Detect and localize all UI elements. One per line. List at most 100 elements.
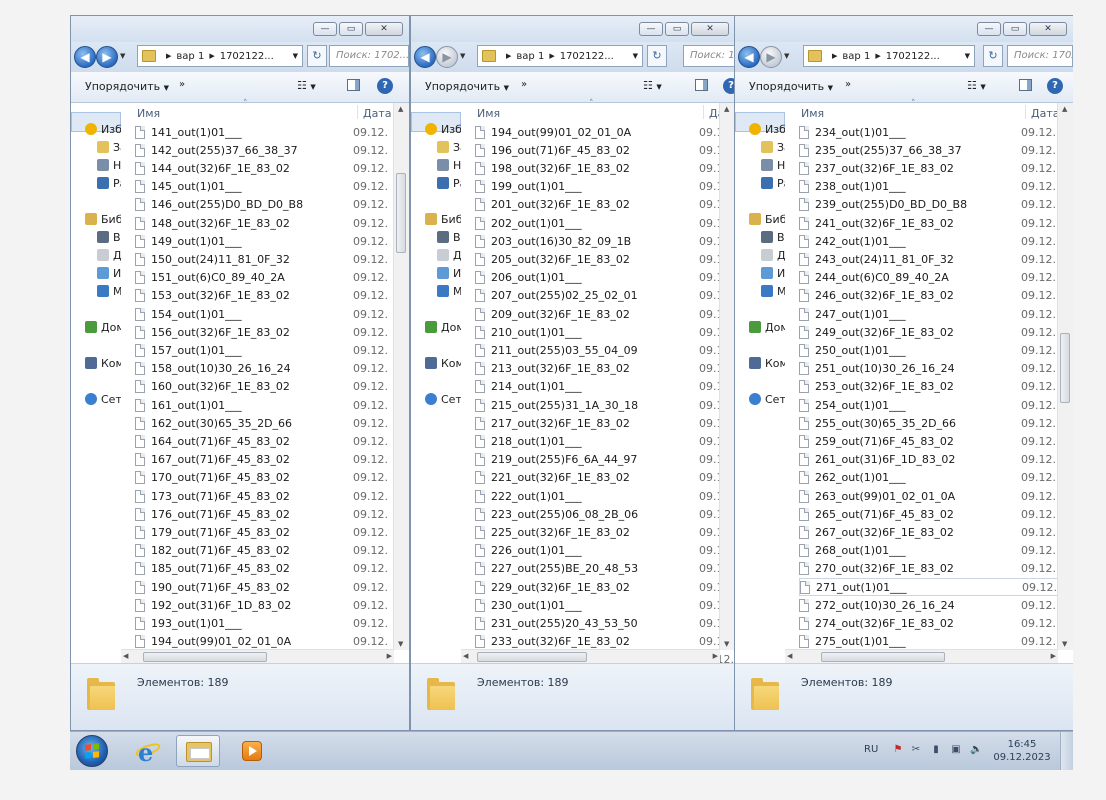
maximize-button[interactable]: ▭ bbox=[665, 22, 689, 36]
file-row[interactable]: 192_out(31)6F_1D_83_02 09.12. bbox=[135, 596, 409, 614]
file-row[interactable]: 222_out(1)01___ 09.12. bbox=[475, 487, 735, 505]
file-row[interactable]: 253_out(32)6F_1E_83_02 09.12. bbox=[799, 378, 1073, 396]
preview-pane-icon[interactable] bbox=[695, 79, 708, 91]
file-row[interactable]: 251_out(10)30_26_16_24 09.12. bbox=[799, 360, 1073, 378]
clock[interactable]: 16:45 09.12.2023 bbox=[992, 738, 1052, 764]
breadcrumb-segment[interactable]: вар 1 bbox=[842, 51, 870, 62]
recent-pages-dropdown[interactable]: ▼ bbox=[784, 52, 789, 60]
show-desktop-button[interactable] bbox=[1060, 732, 1073, 770]
back-button[interactable]: ◀ bbox=[414, 46, 436, 68]
scroll-thumb[interactable] bbox=[1060, 333, 1070, 403]
file-row[interactable]: 149_out(1)01___ 09.12. bbox=[135, 232, 409, 250]
file-row[interactable]: 261_out(31)6F_1D_83_02 09.12. bbox=[799, 451, 1073, 469]
file-row[interactable]: 209_out(32)6F_1E_83_02 09.12. bbox=[475, 305, 735, 323]
file-row[interactable]: 250_out(1)01___ 09.12. bbox=[799, 341, 1073, 359]
nav-item-6[interactable]: Документы bbox=[437, 247, 461, 263]
change-view-icon[interactable]: ☷ ▼ bbox=[297, 79, 323, 93]
nav-item-8[interactable]: Музыка bbox=[761, 283, 785, 299]
scroll-left-icon[interactable]: ◀ bbox=[787, 652, 792, 660]
nav-item-2[interactable]: Недавние места bbox=[761, 157, 785, 173]
recent-pages-dropdown[interactable]: ▼ bbox=[460, 52, 465, 60]
file-row[interactable]: 198_out(32)6F_1E_83_02 09.12. bbox=[475, 159, 735, 177]
search-input[interactable]: Поиск: 1702... bbox=[1007, 45, 1073, 67]
file-row[interactable]: 238_out(1)01___ 09.12. bbox=[799, 178, 1073, 196]
file-row[interactable]: 199_out(1)01___ 09.12. bbox=[475, 178, 735, 196]
safely-remove-hardware-icon[interactable]: ✂ bbox=[910, 744, 922, 756]
file-row[interactable]: 263_out(99)01_02_01_0A 09.12. bbox=[799, 487, 1073, 505]
file-row[interactable]: 201_out(32)6F_1E_83_02 09.12. bbox=[475, 196, 735, 214]
breadcrumb-segment[interactable]: 1702122... bbox=[220, 51, 274, 62]
address-bar[interactable]: ▶ вар 1 ▶ 1702122... ▼ bbox=[477, 45, 643, 67]
file-row[interactable]: 156_out(32)6F_1E_83_02 09.12. bbox=[135, 323, 409, 341]
file-row[interactable]: 234_out(1)01___ 09.12. bbox=[799, 123, 1073, 141]
file-row[interactable]: 255_out(30)65_35_2D_66 09.12. bbox=[799, 414, 1073, 432]
nav-item-3[interactable]: Рабочий стол bbox=[761, 175, 785, 191]
file-row[interactable]: 151_out(6)C0_89_40_2A 09.12. bbox=[135, 269, 409, 287]
column-header-name[interactable]: Имя bbox=[137, 107, 160, 120]
file-row[interactable]: 150_out(24)11_81_0F_32 09.12. bbox=[135, 250, 409, 268]
nav-item-9[interactable]: Домашняя группа bbox=[85, 319, 121, 335]
title-bar[interactable]: — ▭ ✕ bbox=[411, 16, 735, 42]
nav-item-2[interactable]: Недавние места bbox=[97, 157, 121, 173]
file-row[interactable]: 173_out(71)6F_45_83_02 09.12. bbox=[135, 487, 409, 505]
nav-item-1[interactable]: Загрузки bbox=[97, 139, 121, 155]
vertical-scrollbar[interactable]: ▲ ▼ bbox=[719, 103, 735, 650]
close-button[interactable]: ✕ bbox=[365, 22, 403, 36]
file-row[interactable]: 272_out(10)30_26_16_24 09.12. bbox=[799, 596, 1073, 614]
nav-item-7[interactable]: Изображения bbox=[761, 265, 785, 281]
nav-item-0[interactable]: Избранное bbox=[425, 121, 461, 137]
scroll-up-icon[interactable]: ▲ bbox=[724, 105, 729, 113]
scroll-right-icon[interactable]: ▶ bbox=[713, 652, 718, 660]
file-row[interactable]: 268_out(1)01___ 09.12. bbox=[799, 542, 1073, 560]
explorer-window-3[interactable]: — ▭ ✕ ◀ ▶ ▼ ▶ вар 1 ▶ 1702122... ▼ ↻ Пои… bbox=[734, 15, 1073, 731]
file-row[interactable]: 176_out(71)6F_45_83_02 09.12. bbox=[135, 505, 409, 523]
file-row[interactable]: 193_out(1)01___ 09.12. bbox=[135, 614, 409, 632]
change-view-icon[interactable]: ☷ ▼ bbox=[967, 79, 993, 93]
file-row[interactable]: 270_out(32)6F_1E_83_02 09.12. bbox=[799, 560, 1073, 578]
scroll-up-icon[interactable]: ▲ bbox=[1062, 105, 1067, 113]
nav-item-10[interactable]: Компьютер bbox=[749, 355, 785, 371]
refresh-icon[interactable]: ↻ bbox=[307, 45, 327, 67]
minimize-button[interactable]: — bbox=[977, 22, 1001, 36]
horizontal-scrollbar[interactable]: ◀ ▶ bbox=[785, 649, 1058, 664]
file-row[interactable]: 142_out(255)37_66_38_37 09.12. bbox=[135, 141, 409, 159]
nav-item-5[interactable]: Видео bbox=[97, 229, 121, 245]
file-row[interactable]: 185_out(71)6F_45_83_02 09.12. bbox=[135, 560, 409, 578]
file-row[interactable]: 267_out(32)6F_1E_83_02 09.12. bbox=[799, 523, 1073, 541]
breadcrumb-segment[interactable]: 1702122... bbox=[886, 51, 940, 62]
battery-icon[interactable]: ▮ bbox=[930, 744, 942, 756]
file-row[interactable]: 246_out(32)6F_1E_83_02 09.12. bbox=[799, 287, 1073, 305]
file-row[interactable]: 154_out(1)01___ 09.12. bbox=[135, 305, 409, 323]
nav-item-11[interactable]: Сеть bbox=[749, 391, 785, 407]
file-row[interactable]: 254_out(1)01___ 09.12. bbox=[799, 396, 1073, 414]
file-row[interactable]: 218_out(1)01___ 09.12. bbox=[475, 432, 735, 450]
nav-item-1[interactable]: Загрузки bbox=[437, 139, 461, 155]
title-bar[interactable]: — ▭ ✕ bbox=[735, 16, 1073, 42]
nav-item-4[interactable]: Библиотеки bbox=[85, 211, 121, 227]
column-header-name[interactable]: Имя bbox=[477, 107, 500, 120]
vertical-scrollbar[interactable]: ▲ ▼ bbox=[1057, 103, 1073, 650]
vertical-scrollbar[interactable]: ▲ ▼ bbox=[393, 103, 409, 650]
file-row[interactable]: 259_out(71)6F_45_83_02 09.12. bbox=[799, 432, 1073, 450]
file-row[interactable]: 227_out(255)BE_20_48_53 09.12. bbox=[475, 560, 735, 578]
nav-item-6[interactable]: Документы bbox=[97, 247, 121, 263]
file-row[interactable]: 145_out(1)01___ 09.12. bbox=[135, 178, 409, 196]
preview-pane-icon[interactable] bbox=[347, 79, 360, 91]
organize-button[interactable]: Упорядочить ▼ bbox=[85, 80, 169, 93]
file-row[interactable]: 211_out(255)03_55_04_09 09.12. bbox=[475, 341, 735, 359]
file-row[interactable]: 223_out(255)06_08_2B_06 09.12. bbox=[475, 505, 735, 523]
file-row[interactable]: 265_out(71)6F_45_83_02 09.12. bbox=[799, 505, 1073, 523]
nav-item-0[interactable]: Избранное bbox=[85, 121, 121, 137]
file-row[interactable]: 207_out(255)02_25_02_01 09.12. bbox=[475, 287, 735, 305]
nav-item-3[interactable]: Рабочий стол bbox=[437, 175, 461, 191]
start-button[interactable] bbox=[76, 735, 108, 767]
nav-item-8[interactable]: Музыка bbox=[97, 283, 121, 299]
file-row[interactable]: 153_out(32)6F_1E_83_02 09.12. bbox=[135, 287, 409, 305]
file-row[interactable]: 210_out(1)01___ 09.12. bbox=[475, 323, 735, 341]
nav-item-3[interactable]: Рабочий стол bbox=[97, 175, 121, 191]
scroll-left-icon[interactable]: ◀ bbox=[123, 652, 128, 660]
file-row[interactable]: 262_out(1)01___ 09.12. bbox=[799, 469, 1073, 487]
nav-item-4[interactable]: Библиотеки bbox=[425, 211, 461, 227]
scroll-thumb[interactable] bbox=[821, 652, 945, 662]
horizontal-scrollbar[interactable]: ◀ ▶ bbox=[121, 649, 394, 664]
